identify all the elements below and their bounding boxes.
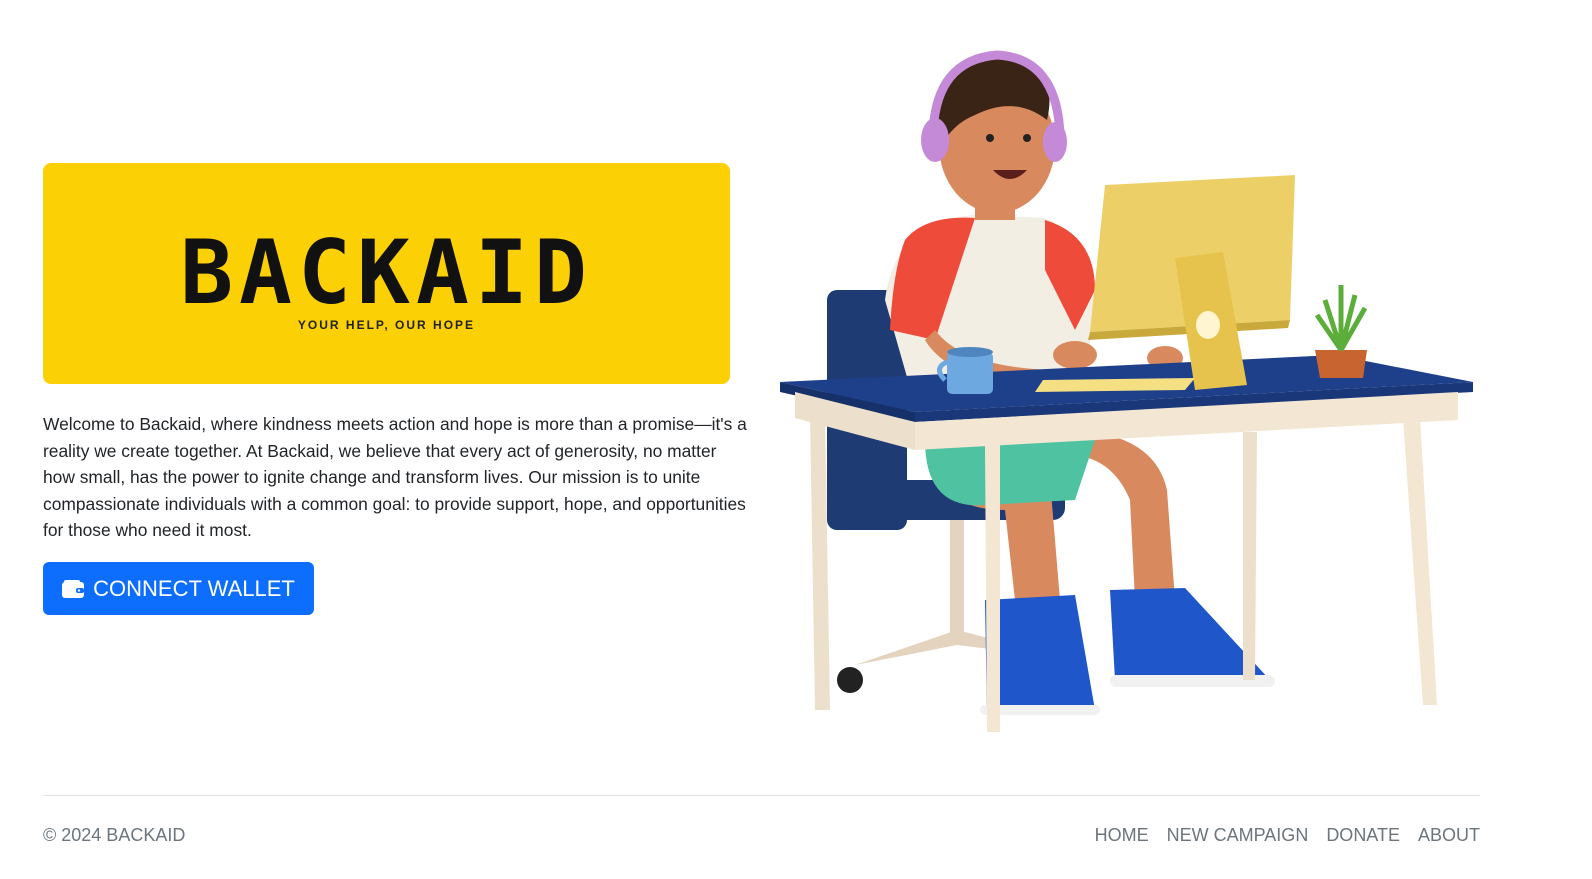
intro-paragraph: Welcome to Backaid, where kindness meets… xyxy=(43,414,747,541)
connect-wallet-label: CONNECT WALLET xyxy=(93,575,295,601)
footer-link-donate[interactable]: DONATE xyxy=(1326,825,1400,846)
footer-divider xyxy=(43,795,1480,796)
logo-tagline: YOUR HELP, OUR HOPE xyxy=(297,318,476,332)
logo-wordmark: BACKAID xyxy=(180,221,593,324)
person-legs xyxy=(925,430,1275,715)
footer-link-about[interactable]: ABOUT xyxy=(1418,825,1480,846)
footer-nav: HOME NEW CAMPAIGN DONATE ABOUT xyxy=(1095,825,1480,846)
hero-section: BACKAID YOUR HELP, OUR HOPE Welcome to B… xyxy=(0,0,1592,780)
person-at-desk-illustration xyxy=(780,50,1473,732)
footer-link-new-campaign[interactable]: NEW CAMPAIGN xyxy=(1167,825,1309,846)
backaid-logo: BACKAID YOUR HELP, OUR HOPE xyxy=(43,163,730,384)
person-head xyxy=(921,50,1067,220)
copyright-text: © 2024 BACKAID xyxy=(43,825,186,845)
plant xyxy=(1314,285,1368,378)
wallet-icon xyxy=(62,579,85,598)
connect-wallet-button[interactable]: CONNECT WALLET xyxy=(43,562,314,615)
footer-link-home[interactable]: HOME xyxy=(1095,825,1149,846)
